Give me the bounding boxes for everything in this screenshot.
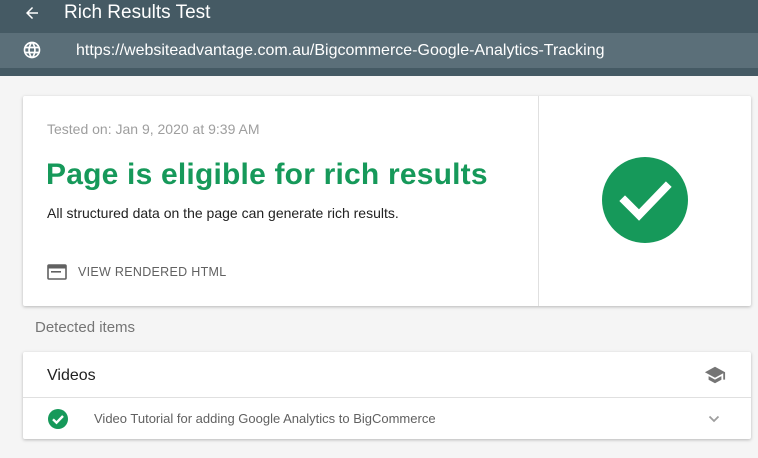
page-title: Rich Results Test (64, 2, 211, 23)
chevron-down-icon[interactable] (706, 411, 722, 427)
view-rendered-html-label: VIEW RENDERED HTML (78, 265, 227, 279)
list-item[interactable]: Video Tutorial for adding Google Analyti… (23, 399, 751, 439)
group-title: Videos (47, 367, 96, 384)
eligibility-headline: Page is eligible for rich results (46, 158, 488, 191)
view-rendered-html-button[interactable]: VIEW RENDERED HTML (47, 262, 226, 282)
check-circle-icon (48, 409, 68, 429)
tested-on-text: Tested on: Jan 9, 2020 at 9:39 AM (47, 121, 260, 137)
url-bar[interactable]: https://websiteadvantage.com.au/Bigcomme… (0, 33, 758, 68)
result-summary-card: Tested on: Jan 9, 2020 at 9:39 AM Page i… (23, 96, 751, 306)
app-bar: Rich Results Test https://websiteadvanta… (0, 0, 758, 76)
arrow-back-icon[interactable] (20, 0, 44, 26)
detected-items-heading: Detected items (35, 319, 136, 336)
eligibility-description: All structured data on the page can gene… (47, 205, 399, 221)
detected-items-card: Videos Video Tutorial for adding Google … (23, 352, 751, 439)
list-item-label: Video Tutorial for adding Google Analyti… (94, 411, 436, 426)
group-header: Videos (23, 352, 751, 398)
globe-icon (23, 41, 41, 59)
url-text: https://websiteadvantage.com.au/Bigcomme… (76, 42, 605, 59)
card-divider (538, 96, 539, 306)
check-circle-icon (602, 157, 688, 243)
browser-window-icon (47, 264, 67, 280)
school-icon (704, 366, 726, 384)
